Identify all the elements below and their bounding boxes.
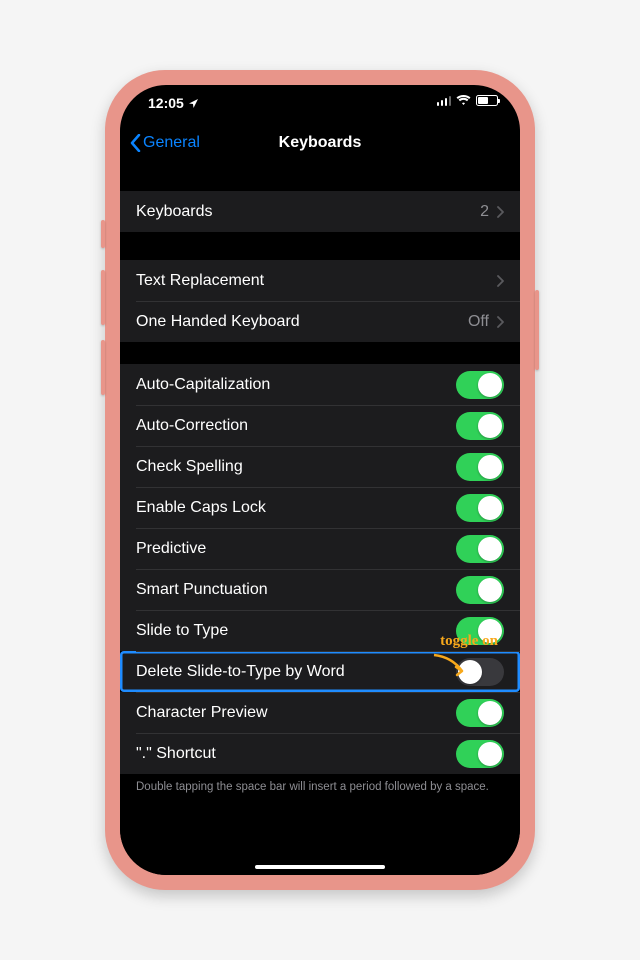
toggle-switch[interactable] (456, 740, 504, 768)
toggle-row[interactable]: Predictive (120, 528, 520, 569)
toggle-switch[interactable] (456, 371, 504, 399)
toggle-switch[interactable] (456, 576, 504, 604)
screen: 12:05 General (120, 85, 520, 875)
toggle-switch[interactable] (456, 699, 504, 727)
row-value: Off (468, 313, 489, 331)
location-icon (188, 98, 199, 109)
row-label: Keyboards (136, 203, 213, 221)
wifi-icon (456, 95, 471, 106)
row-label: Check Spelling (136, 458, 243, 476)
power-button (535, 290, 539, 370)
toggle-switch[interactable] (456, 535, 504, 563)
home-indicator (255, 865, 385, 869)
toggle-row[interactable]: Character Preview (120, 692, 520, 733)
row-label: Slide to Type (136, 622, 228, 640)
back-label: General (143, 134, 200, 152)
row-label: "." Shortcut (136, 745, 216, 763)
toggle-switch[interactable] (456, 617, 504, 645)
footer-note: Double tapping the space bar will insert… (120, 774, 520, 796)
row-label: Enable Caps Lock (136, 499, 266, 517)
row-value: 2 (480, 203, 489, 221)
phone-frame: 12:05 General (105, 70, 535, 890)
toggle-row[interactable]: Smart Punctuation (120, 569, 520, 610)
back-button[interactable]: General (130, 134, 200, 152)
chevron-left-icon (130, 134, 141, 152)
toggle-row[interactable]: Auto-Correction (120, 405, 520, 446)
nav-bar: General Keyboards (120, 123, 520, 163)
volume-up-button (101, 270, 105, 325)
chevron-right-icon (497, 316, 504, 328)
battery-icon (476, 95, 498, 106)
page-title: Keyboards (279, 134, 362, 152)
toggle-row[interactable]: Delete Slide-to-Type by Wordtoggle on (120, 651, 520, 692)
chevron-right-icon (497, 206, 504, 218)
row-label: Auto-Capitalization (136, 376, 270, 394)
row-label: Text Replacement (136, 272, 264, 290)
content: Keyboards 2 Text Replacement On (120, 163, 520, 875)
notch (225, 85, 415, 113)
toggle-switch[interactable] (456, 494, 504, 522)
row-label: Character Preview (136, 704, 268, 722)
one-handed-keyboard-row[interactable]: One Handed Keyboard Off (120, 301, 520, 342)
row-label: Delete Slide-to-Type by Word (136, 663, 345, 681)
keyboards-row[interactable]: Keyboards 2 (120, 191, 520, 232)
toggle-switch[interactable] (456, 412, 504, 440)
row-label: One Handed Keyboard (136, 313, 300, 331)
toggle-switch[interactable] (456, 658, 504, 686)
toggle-list: Auto-Capitalization Auto-Correction Check … (120, 364, 520, 774)
toggle-row[interactable]: Auto-Capitalization (120, 364, 520, 405)
volume-down-button (101, 340, 105, 395)
toggle-row[interactable]: "." Shortcut (120, 733, 520, 774)
text-replacement-row[interactable]: Text Replacement (120, 260, 520, 301)
toggle-switch[interactable] (456, 453, 504, 481)
row-label: Auto-Correction (136, 417, 248, 435)
mute-switch (101, 220, 105, 248)
row-label: Predictive (136, 540, 206, 558)
status-time: 12:05 (148, 95, 184, 111)
chevron-right-icon (497, 275, 504, 287)
signal-icon (437, 96, 452, 106)
toggle-row[interactable]: Check Spelling (120, 446, 520, 487)
toggle-row[interactable]: Enable Caps Lock (120, 487, 520, 528)
toggle-row[interactable]: Slide to Type (120, 610, 520, 651)
row-label: Smart Punctuation (136, 581, 268, 599)
